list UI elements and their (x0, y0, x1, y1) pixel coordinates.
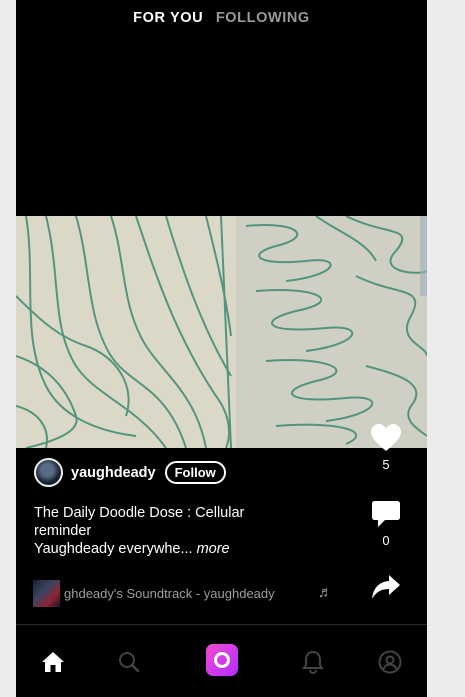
home-icon[interactable] (33, 642, 73, 682)
nav-divider (16, 624, 427, 625)
app-screen: FOR YOU FOLLOWING yaughdeady Follow The … (16, 0, 427, 697)
camera-ring (214, 652, 230, 668)
caption-line: The Daily Doodle Dose : Cellular (34, 505, 245, 521)
heart-icon[interactable] (371, 424, 401, 456)
like-action: 5 (364, 424, 408, 472)
video-player[interactable] (16, 216, 427, 448)
like-count: 5 (382, 457, 390, 472)
tab-following[interactable]: FOLLOWING (216, 10, 310, 26)
soundtrack-label: ghdeady's Soundtrack - yaughdeady (64, 586, 275, 601)
caption-line: reminder (34, 523, 92, 539)
post-caption: The Daily Doodle Dose : Cellular reminde… (34, 504, 294, 558)
bell-icon[interactable] (293, 642, 333, 682)
avatar[interactable] (34, 458, 63, 487)
post-author-row: yaughdeady Follow (34, 458, 226, 487)
feed-tabs: FOR YOU FOLLOWING (16, 10, 427, 26)
comment-action: 0 (364, 500, 408, 548)
video-frame-doodle (16, 216, 427, 448)
search-icon[interactable] (109, 642, 149, 682)
bottom-nav (16, 630, 427, 690)
caption-line: Yaughdeady everywhe... more (34, 540, 294, 558)
profile-icon[interactable] (370, 642, 410, 682)
soundtrack-row[interactable]: ghdeady's Soundtrack - yaughdeady (33, 580, 333, 607)
share-icon[interactable] (371, 575, 401, 604)
camera-icon[interactable] (206, 644, 238, 676)
more-link[interactable]: more (197, 541, 230, 557)
caption-truncated-text: Yaughdeady everywhe... (34, 541, 193, 557)
follow-button[interactable]: Follow (164, 461, 226, 484)
soundtrack-thumbnail (33, 580, 60, 607)
music-note-icon: ♬ (318, 584, 333, 601)
username[interactable]: yaughdeady (71, 465, 156, 481)
comment-icon[interactable] (371, 501, 401, 532)
share-action (364, 574, 408, 605)
comment-count: 0 (382, 533, 390, 548)
tab-for-you[interactable]: FOR YOU (133, 10, 203, 26)
